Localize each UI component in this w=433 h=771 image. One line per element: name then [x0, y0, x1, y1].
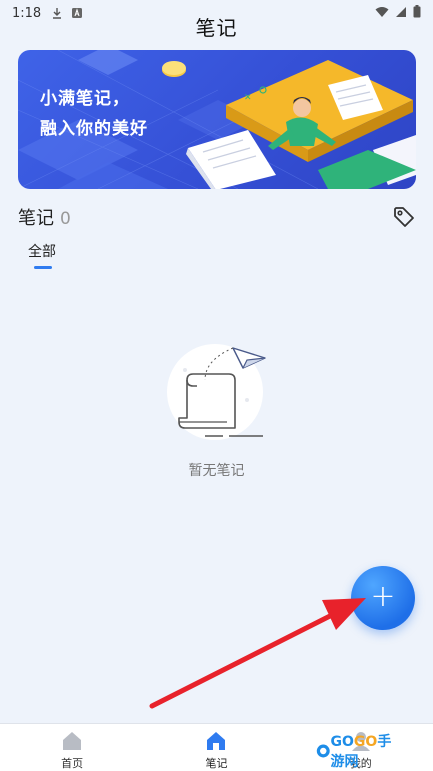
- nav-label-home: 首页: [61, 757, 84, 770]
- watermark-logo: GOGO手游网: [316, 734, 402, 770]
- watermark-part-b: GO: [353, 734, 378, 750]
- home-icon: [207, 732, 226, 750]
- svg-text:✕: ✕: [244, 93, 252, 103]
- nav-label-notes: 笔记: [205, 757, 228, 770]
- banner-line-1: 小满笔记，: [40, 89, 130, 109]
- page-title: 笔记: [195, 16, 238, 40]
- banner-line-2: 融入你的美好: [40, 119, 148, 139]
- tab-active-indicator: [34, 266, 52, 269]
- nav-home[interactable]: 首页: [0, 724, 144, 771]
- notes-count: 0: [60, 209, 71, 229]
- watermark-part-a: GO: [330, 734, 354, 750]
- tab-all[interactable]: 全部: [28, 241, 56, 261]
- add-note-button[interactable]: +: [351, 566, 415, 630]
- empty-state-text: 暂无笔记: [188, 463, 245, 479]
- watermark-icon: [316, 744, 330, 758]
- banner-text: 小满笔记， 融入你的美好: [40, 84, 148, 144]
- notes-header: 笔记 0: [18, 204, 71, 230]
- promo-banner[interactable]: ✕ 小满笔记， 融入你的美好: [18, 50, 416, 189]
- home-icon: [63, 732, 82, 750]
- plus-icon: +: [370, 579, 396, 614]
- empty-notes-icon: [167, 344, 266, 440]
- tag-icon[interactable]: [392, 205, 416, 229]
- notes-label: 笔记: [18, 208, 54, 229]
- watermark-text: GOGO手游网: [331, 731, 403, 771]
- nav-notes[interactable]: 笔记: [144, 724, 288, 771]
